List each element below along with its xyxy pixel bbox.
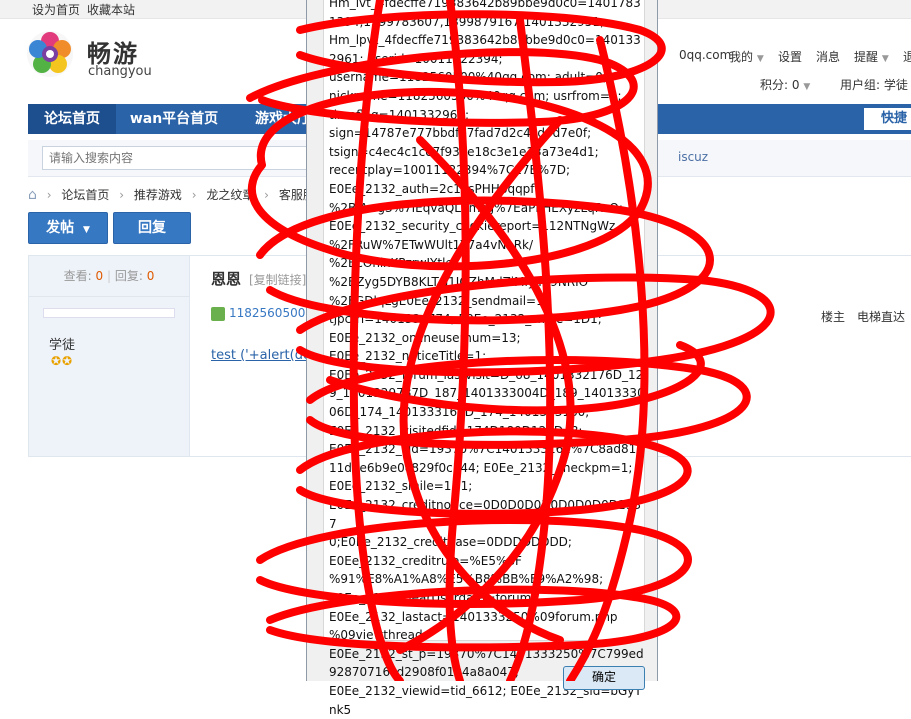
new-post-button[interactable]: 发帖 ▼ bbox=[28, 212, 108, 244]
post-author: 1182560500@ bbox=[211, 306, 317, 321]
breadcrumb-separator: › bbox=[119, 188, 125, 202]
my-menu[interactable]: 我的 ▼ bbox=[729, 48, 764, 65]
online-status-icon bbox=[211, 306, 225, 321]
search-input[interactable] bbox=[42, 146, 326, 170]
copy-link-button[interactable]: [复制链接] bbox=[249, 271, 306, 288]
floor-owner-badge[interactable]: 楼主 bbox=[821, 308, 845, 325]
logo-icon bbox=[27, 31, 73, 77]
points-menu[interactable]: 积分: 0 ▼ bbox=[760, 76, 810, 93]
breadcrumb-separator: › bbox=[46, 188, 52, 202]
chevron-down-icon: ▼ bbox=[756, 54, 764, 64]
stats-divider: | bbox=[106, 269, 112, 283]
rank-stars-icon: ✪✪ bbox=[51, 354, 74, 368]
hot-search-link[interactable]: iscuz bbox=[678, 150, 708, 164]
points-label: 积分: 0 bbox=[760, 78, 800, 92]
logout-link[interactable]: 退 bbox=[903, 48, 911, 65]
views-label: 查看: bbox=[63, 269, 92, 283]
settings-link[interactable]: 设置 bbox=[778, 48, 802, 65]
tab-wan-platform[interactable]: wan平台首页 bbox=[120, 104, 228, 134]
user-rank: 学徒 bbox=[49, 338, 76, 353]
cookie-text: Hm_lvt_4fdecffe719383642b89bbe9d0c0=1401… bbox=[329, 0, 645, 717]
elevator-link[interactable]: 电梯直达 bbox=[857, 308, 905, 325]
chevron-down-icon: ▼ bbox=[803, 82, 811, 92]
bookmark-link[interactable]: 收藏本站 bbox=[87, 1, 135, 18]
tab-forum-home[interactable]: 论坛首页 bbox=[28, 104, 116, 134]
breadcrumb: ⌂ › 论坛首页 › 推荐游戏 › 龙之纹章 › 客服服 bbox=[28, 186, 321, 206]
reply-button[interactable]: 回复 bbox=[113, 212, 191, 244]
reminders-menu[interactable]: 提醒 ▼ bbox=[854, 48, 889, 65]
chevron-down-icon: ▼ bbox=[881, 54, 889, 64]
username-link[interactable]: 0qq.com bbox=[679, 48, 731, 62]
new-post-label: 发帖 bbox=[46, 220, 75, 236]
reminders-label: 提醒 bbox=[854, 50, 879, 64]
home-icon[interactable]: ⌂ bbox=[28, 187, 37, 203]
views-count: 0 bbox=[95, 269, 104, 283]
avatar[interactable] bbox=[43, 308, 175, 318]
breadcrumb-item[interactable]: 推荐游戏 bbox=[134, 188, 182, 202]
breadcrumb-separator: › bbox=[191, 188, 197, 202]
thread-stats: 查看: 0 | 回复: 0 bbox=[29, 256, 189, 297]
author-sidebar: 查看: 0 | 回复: 0 学徒 ✪✪ bbox=[29, 256, 190, 456]
brand-name-en: changyou bbox=[88, 64, 152, 79]
breadcrumb-item[interactable]: 龙之纹章 bbox=[206, 188, 254, 202]
post-content[interactable]: test ('+alert(doc bbox=[211, 348, 318, 363]
replies-count: 0 bbox=[146, 269, 155, 283]
ok-button[interactable]: 确定 bbox=[563, 666, 645, 690]
breadcrumb-separator: › bbox=[264, 188, 269, 202]
user-group-link[interactable]: 用户组: 学徒 bbox=[840, 76, 908, 93]
quick-nav-button[interactable]: 快捷 bbox=[864, 108, 911, 130]
my-label: 我的 bbox=[729, 50, 754, 64]
author-link[interactable]: 1182560500@ bbox=[229, 306, 317, 320]
replies-label: 回复: bbox=[114, 269, 143, 283]
chevron-down-icon: ▼ bbox=[82, 225, 90, 235]
changyou-logo[interactable] bbox=[26, 30, 74, 78]
set-home-link[interactable]: 设为首页 bbox=[32, 1, 80, 18]
post-title: 恩恩 bbox=[211, 270, 242, 288]
alert-dialog: Hm_lvt_4fdecffe719383642b89bbe9d0c0=1401… bbox=[306, 0, 658, 717]
breadcrumb-item[interactable]: 论坛首页 bbox=[61, 188, 109, 202]
messages-link[interactable]: 消息 bbox=[816, 48, 840, 65]
